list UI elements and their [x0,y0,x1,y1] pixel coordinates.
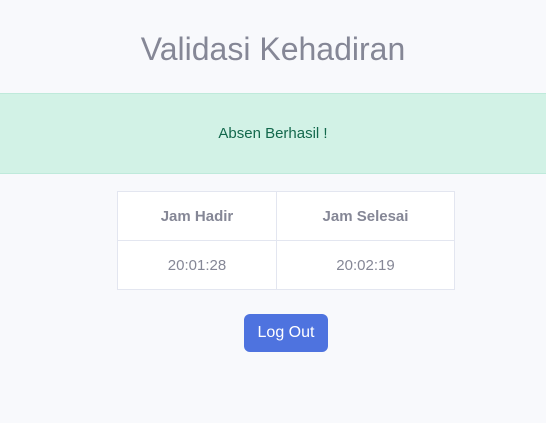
header-jam-hadir: Jam Hadir [117,191,277,241]
page-title: Validasi Kehadiran [140,31,406,67]
success-alert: Absen Berhasil ! [0,93,546,174]
table-row: 20:01:28 20:02:19 [117,240,455,290]
alert-message: Absen Berhasil ! [218,125,328,142]
attendance-table: Jam Hadir Jam Selesai 20:01:28 20:02:19 [117,191,455,290]
table-header-row: Jam Hadir Jam Selesai [117,191,455,241]
logout-button[interactable]: Log Out [244,314,328,352]
header-jam-selesai: Jam Selesai [276,191,455,241]
cell-jam-selesai: 20:02:19 [276,240,455,290]
cell-jam-hadir: 20:01:28 [117,240,277,290]
